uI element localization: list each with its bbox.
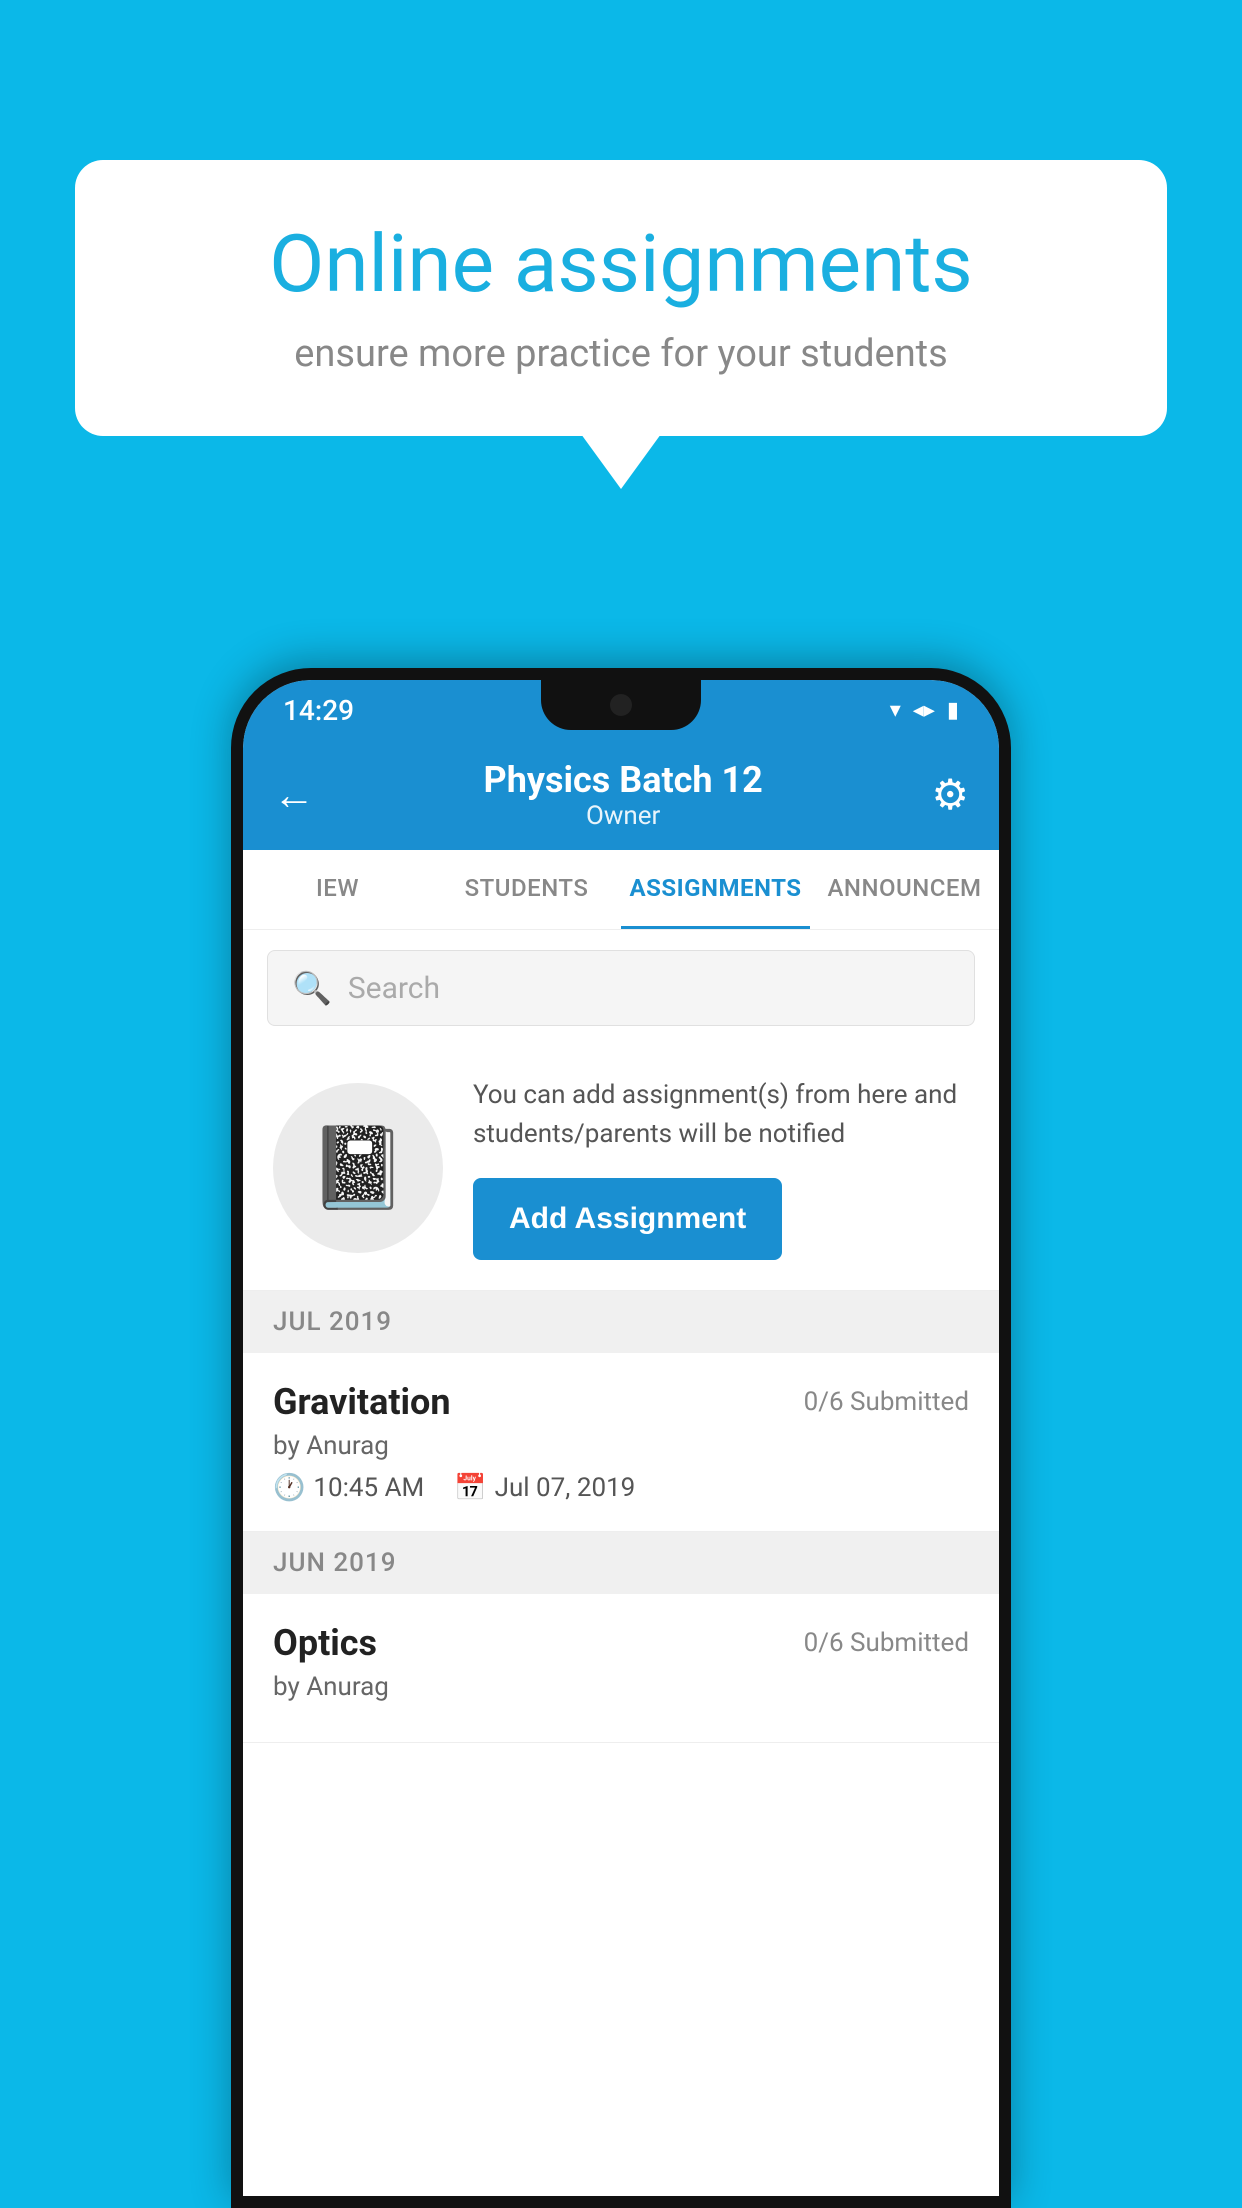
assignment-item-optics[interactable]: Optics 0/6 Submitted by Anurag xyxy=(243,1594,999,1743)
assignment-meta: 🕐 10:45 AM 📅 Jul 07, 2019 xyxy=(273,1473,969,1503)
tab-students[interactable]: STUDENTS xyxy=(432,850,621,929)
assignment-time: 🕐 10:45 AM xyxy=(273,1473,424,1503)
status-time: 14:29 xyxy=(283,694,354,727)
assignment-name: Gravitation xyxy=(273,1381,451,1423)
phone-frame: 14:29 ▾ ◂▸ ▮ ← Physics Batch 12 Owner ⚙ … xyxy=(231,668,1011,2208)
settings-icon[interactable]: ⚙ xyxy=(931,770,969,820)
header-title: Physics Batch 12 xyxy=(484,759,763,801)
notebook-icon: 📓 xyxy=(308,1121,408,1215)
assignment-by-optics: by Anurag xyxy=(273,1672,969,1702)
month-header-jun: JUN 2019 xyxy=(243,1532,999,1594)
back-button[interactable]: ← xyxy=(273,771,315,820)
search-placeholder-text: Search xyxy=(348,971,440,1006)
header-title-group: Physics Batch 12 Owner xyxy=(484,759,763,831)
calendar-icon: 📅 xyxy=(454,1473,486,1503)
status-icons: ▾ ◂▸ ▮ xyxy=(890,698,959,723)
assignment-row-top-optics: Optics 0/6 Submitted xyxy=(273,1622,969,1664)
wifi-icon: ▾ xyxy=(890,698,901,723)
promo-card: 📓 You can add assignment(s) from here an… xyxy=(243,1046,999,1291)
tab-assignments[interactable]: ASSIGNMENTS xyxy=(621,850,810,929)
signal-icon: ◂▸ xyxy=(913,698,935,723)
month-header-jul: JUL 2019 xyxy=(243,1291,999,1353)
app-header: ← Physics Batch 12 Owner ⚙ xyxy=(243,740,999,850)
assignment-submitted: 0/6 Submitted xyxy=(804,1387,969,1417)
content-area: 🔍 Search 📓 You can add assignment(s) fro… xyxy=(243,930,999,2196)
assignment-date-value: Jul 07, 2019 xyxy=(495,1473,636,1503)
status-bar: 14:29 ▾ ◂▸ ▮ xyxy=(243,680,999,740)
phone-screen: 14:29 ▾ ◂▸ ▮ ← Physics Batch 12 Owner ⚙ … xyxy=(243,680,999,2196)
assignment-name-optics: Optics xyxy=(273,1622,377,1664)
battery-icon: ▮ xyxy=(947,698,959,723)
assignment-row-top: Gravitation 0/6 Submitted xyxy=(273,1381,969,1423)
header-subtitle: Owner xyxy=(484,801,763,831)
assignment-date: 📅 Jul 07, 2019 xyxy=(454,1473,635,1503)
speech-bubble-box: Online assignments ensure more practice … xyxy=(75,160,1167,436)
assignment-by: by Anurag xyxy=(273,1431,969,1461)
tab-iew[interactable]: IEW xyxy=(243,850,432,929)
search-icon: 🔍 xyxy=(292,969,332,1007)
speech-bubble-subtitle: ensure more practice for your students xyxy=(155,332,1087,376)
tab-announcements[interactable]: ANNOUNCEM xyxy=(810,850,999,929)
assignment-submitted-optics: 0/6 Submitted xyxy=(804,1628,969,1658)
speech-bubble-title: Online assignments xyxy=(155,220,1087,308)
promo-text-group: You can add assignment(s) from here and … xyxy=(473,1076,969,1260)
search-container: 🔍 Search xyxy=(243,930,999,1046)
speech-bubble-tail xyxy=(581,434,661,489)
tab-bar: IEW STUDENTS ASSIGNMENTS ANNOUNCEM xyxy=(243,850,999,930)
promo-icon-circle: 📓 xyxy=(273,1083,443,1253)
promo-description: You can add assignment(s) from here and … xyxy=(473,1076,969,1154)
clock-icon: 🕐 xyxy=(273,1473,305,1503)
camera-dot xyxy=(610,694,632,716)
search-bar[interactable]: 🔍 Search xyxy=(267,950,975,1026)
promo-speech-bubble: Online assignments ensure more practice … xyxy=(75,160,1167,489)
assignment-item-gravitation[interactable]: Gravitation 0/6 Submitted by Anurag 🕐 10… xyxy=(243,1353,999,1532)
add-assignment-button[interactable]: Add Assignment xyxy=(473,1178,782,1260)
notch xyxy=(541,680,701,730)
assignment-time-value: 10:45 AM xyxy=(313,1473,424,1503)
